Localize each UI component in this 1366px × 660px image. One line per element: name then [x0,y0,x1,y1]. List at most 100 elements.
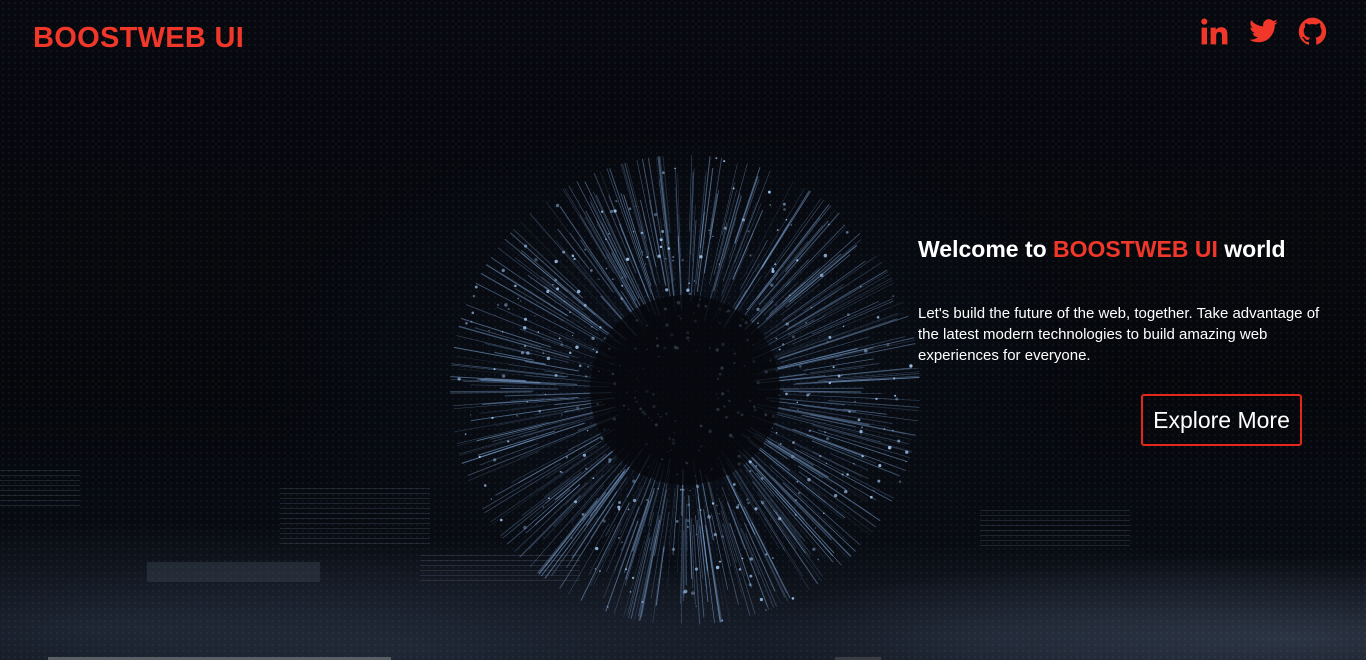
particle-dot [782,202,786,206]
particle-dot [859,429,863,434]
particle-ray [777,407,870,426]
particle-dot [562,250,566,254]
particle-dot [674,167,676,170]
particle-ray [543,370,596,379]
particle-dot [861,454,864,458]
particle-dot [608,458,612,462]
particle-dot [584,248,587,251]
particle-dot [631,576,635,580]
particle-dot [501,268,505,273]
particle-sphere-graphic [450,155,920,625]
particle-ray [731,485,789,602]
twitter-link[interactable] [1248,16,1279,47]
particle-dot [560,471,563,474]
particle-dot [883,428,886,430]
particle-dot [779,442,782,445]
particle-dot [712,235,714,237]
particle-dot [635,205,637,207]
particle-dot [785,322,789,326]
particle-dot [504,303,508,307]
particle-ray [585,460,634,526]
particle-dot [893,377,896,380]
particle-ray [465,304,563,343]
explore-more-button[interactable]: Explore More [1141,394,1302,446]
particle-ray [685,503,688,552]
particle-dot [859,285,862,288]
particle-dot [610,209,614,214]
particle-dot [796,401,799,404]
particle-ray [593,527,621,586]
particle-dot [785,392,788,396]
particle-dot [592,348,595,351]
particle-dot [659,245,663,249]
particle-dot [516,414,519,417]
particle-dot [738,568,742,571]
particle-dot [775,337,778,340]
particle-dot [875,397,878,401]
particle-dot [523,525,527,530]
github-link[interactable] [1297,16,1328,47]
particle-dot [747,501,750,505]
social-links [1199,16,1328,47]
particle-dot [517,297,519,300]
particle-ray [769,400,856,413]
particle-dot [615,199,618,203]
particle-dot [590,269,593,272]
particle-ray [519,434,576,458]
particle-dot [629,591,632,593]
particle-dot [905,460,907,463]
particle-dot [749,469,752,473]
particle-dot [488,329,490,332]
particle-ray [666,476,678,589]
particle-dot [770,283,774,287]
particle-dot [772,557,774,559]
particle-dot [848,410,851,413]
particle-dot [523,326,527,330]
particle-dot [765,609,767,611]
particle-dot [571,254,575,258]
particle-dot [632,230,635,233]
particle-ray [626,162,648,242]
particle-dot [679,488,682,491]
particle-dot [472,294,476,298]
particle-dot [570,537,573,539]
particle-dot [602,519,606,523]
particle-dot [711,502,715,505]
particle-dot [909,364,913,368]
particle-dot [507,440,510,443]
particle-dot [546,356,551,361]
particle-dot [560,413,563,416]
particle-dot [689,489,691,492]
particle-dot [565,455,569,459]
particle-dot [822,512,825,515]
particle-ray [756,472,834,563]
particle-ray [785,225,824,270]
particle-dot [754,507,758,511]
particle-ray [570,253,626,319]
particle-dot [569,311,571,313]
particle-ray [489,271,575,324]
particle-dot [611,278,614,281]
particle-dot [542,352,545,355]
particle-ray [798,391,883,395]
particle-dot [664,257,667,260]
linkedin-link[interactable] [1199,16,1230,47]
particle-ray [490,455,588,523]
particle-dot [548,497,550,500]
particle-dot [767,190,771,194]
particle-dot [757,322,759,324]
particle-dot [618,501,621,504]
particle-dot [583,303,587,307]
particle-dot [585,467,588,470]
particle-dot [846,473,849,476]
particle-dot [715,565,720,570]
particle-dot [749,574,753,578]
particle-dot [625,257,630,261]
brand-logo[interactable]: BOOSTWEB UI [33,22,244,55]
particle-ray [682,530,685,601]
particle-dot [760,477,764,481]
particle-ray [756,205,832,300]
particle-dot [774,263,777,266]
particle-dot [823,253,828,258]
particle-dot [568,351,572,355]
